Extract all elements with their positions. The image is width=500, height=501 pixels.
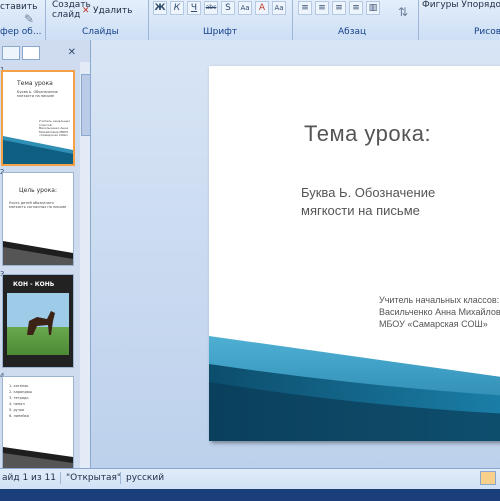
ribbon-divider	[292, 0, 293, 40]
scrollbar-thumb[interactable]	[81, 74, 91, 136]
thumbnail-scrollbar[interactable]	[80, 62, 91, 468]
author-line: Учитель начальных классов:	[379, 295, 500, 305]
slide-title[interactable]: Тема урока:	[304, 121, 431, 147]
list-item: 6. линейка	[9, 414, 29, 418]
outline-tab[interactable]	[22, 46, 40, 60]
justify-icon[interactable]: ≡	[349, 1, 363, 15]
text-direction-icon[interactable]: ⇅	[398, 5, 408, 19]
bold-button[interactable]: Ж	[153, 1, 167, 15]
font-group-label: Шрифт	[203, 27, 238, 37]
thumb-subtitle: Учить детей обозначать мягкость согласны…	[9, 201, 67, 209]
font-color-button[interactable]: A	[255, 1, 269, 15]
thumb-title: Тема урока	[17, 80, 53, 87]
thumb-subtitle: Буква Ь. Обозначение мягкости на письме	[17, 90, 58, 98]
status-divider	[60, 472, 61, 484]
ribbon-divider	[148, 0, 149, 40]
shapes-arrange-button[interactable]: Фигуры Упорядочи	[422, 0, 500, 10]
shadow-button[interactable]: S	[221, 1, 235, 15]
spacing-button[interactable]: Aa	[238, 1, 252, 15]
status-bar: айд 1 из 11 "Открытая" русский	[0, 468, 500, 501]
language-indicator[interactable]: русский	[126, 473, 164, 483]
thumb-wave-graphic	[3, 136, 73, 164]
status-divider	[120, 472, 121, 484]
pane-tabs: ✕	[0, 44, 90, 60]
ribbon-divider	[45, 0, 46, 40]
format-painter-icon[interactable]: ✎	[24, 12, 34, 26]
slide-counter: айд 1 из 11	[2, 473, 56, 483]
change-case-button[interactable]: Aa	[272, 1, 286, 15]
ribbon: ставить ✎ фер об... Создать слайд ✕ Удал…	[0, 0, 500, 41]
current-slide[interactable]: Тема урока: Буква Ь. Обозначение мягкост…	[209, 66, 500, 441]
align-left-icon[interactable]: ≡	[298, 1, 312, 15]
thumb-list: 1. котенок 2. карандаш 3. тетрадь 4. пен…	[9, 383, 32, 419]
slide-subtitle[interactable]: Буква Ь. Обозначение мягкости на письме	[301, 184, 435, 220]
horse-photo	[7, 293, 69, 355]
strikethrough-button[interactable]: abc	[204, 1, 218, 15]
paragraph-group-label: Абзац	[338, 27, 367, 37]
thumb-author: Учитель начальных классов: Васильченко А…	[39, 119, 70, 137]
delete-slide-button[interactable]: Удалить	[93, 6, 132, 16]
horse-icon	[27, 311, 55, 335]
align-center-icon[interactable]: ≡	[315, 1, 329, 15]
slide-wave-graphic	[209, 336, 500, 441]
close-icon[interactable]: ✕	[68, 47, 76, 58]
slide-thumbnail-1[interactable]: Тема урока Буква Ь. Обозначение мягкости…	[1, 70, 75, 166]
normal-view-icon[interactable]	[480, 471, 496, 485]
thumb-wave-graphic	[3, 447, 73, 468]
underline-button[interactable]: Ч	[187, 1, 201, 15]
slide-thumbnail-4[interactable]: 1. котенок 2. карандаш 3. тетрадь 4. пен…	[2, 376, 74, 468]
author-line: Васильченко Анна Михайловна	[379, 307, 500, 317]
slide-editing-area: Тема урока: Буква Ь. Обозначение мягкост…	[91, 40, 500, 468]
create-slide-button[interactable]: Создать слайд	[52, 0, 91, 20]
columns-icon[interactable]: ▥	[366, 1, 380, 15]
slide-thumbnail-3[interactable]: КОН - КОНЬ	[2, 274, 74, 368]
drawing-group-label: Рисова	[474, 27, 500, 37]
thumbnail-list: 1 Тема урока Буква Ь. Обозначение мягкос…	[0, 62, 78, 468]
thumb-wave-graphic	[3, 241, 73, 265]
theme-name: "Открытая"	[66, 473, 122, 483]
subtitle-line: мягкости на письме	[301, 203, 420, 218]
italic-button[interactable]: К	[170, 1, 184, 15]
slides-tab[interactable]	[2, 46, 20, 60]
slides-pane: ✕ 1 Тема урока Буква Ь. Обозначение мягк…	[0, 40, 91, 468]
author-line: МБОУ «Самарская СОШ»	[379, 319, 488, 329]
delete-slide-icon[interactable]: ✕	[82, 6, 90, 16]
font-format-row: Ж К Ч abc S Aa A Aa	[153, 1, 286, 15]
paragraph-row: ≡ ≡ ≡ ≡ ▥	[298, 1, 380, 15]
subtitle-line: Буква Ь. Обозначение	[301, 185, 436, 200]
thumb-caption: КОН - КОНЬ	[13, 281, 55, 288]
thumb-title: Цель урока:	[19, 187, 57, 194]
slides-group-label: Слайды	[82, 27, 119, 37]
align-right-icon[interactable]: ≡	[332, 1, 346, 15]
slide-author-block[interactable]: Учитель начальных классов: Васильченко А…	[379, 294, 500, 330]
clipboard-group-label: фер об...	[0, 27, 42, 37]
slide-thumbnail-2[interactable]: Цель урока: Учить детей обозначать мягко…	[2, 172, 74, 266]
ribbon-divider	[418, 0, 419, 40]
paste-button[interactable]: ставить	[0, 2, 37, 12]
taskbar-strip	[0, 489, 500, 501]
